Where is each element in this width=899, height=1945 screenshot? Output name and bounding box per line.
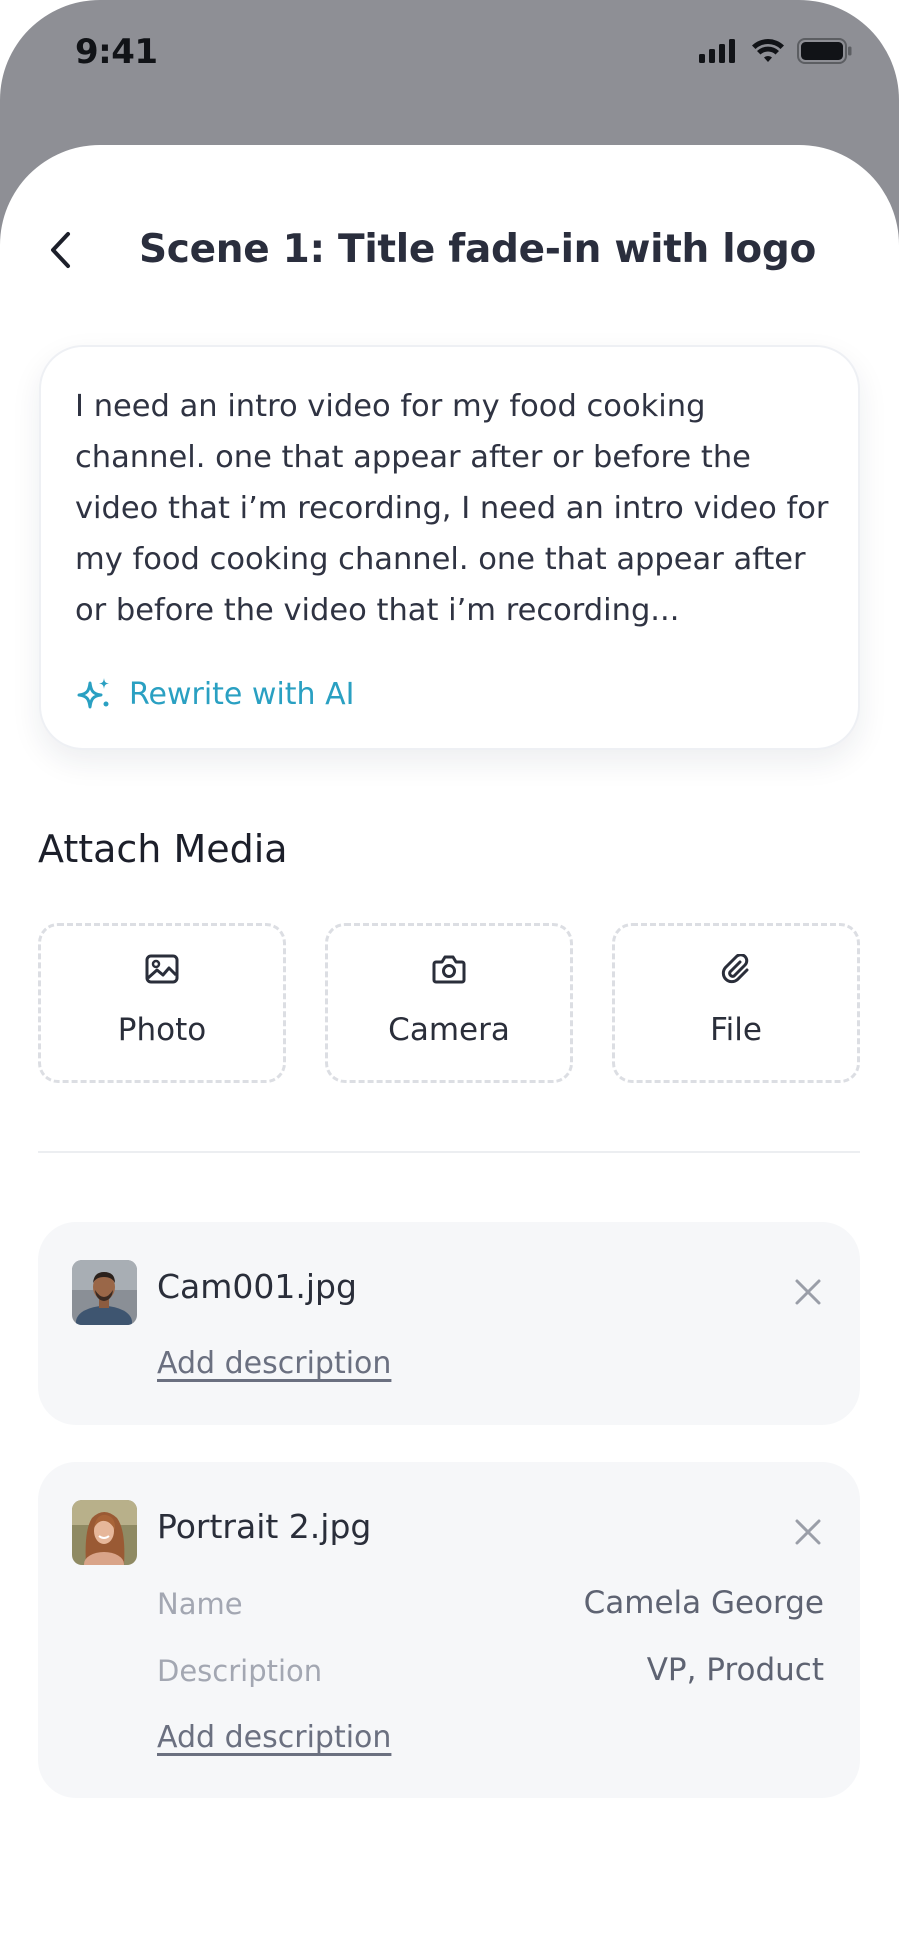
divider [38, 1151, 860, 1153]
attachment-card: Cam001.jpg Add description [38, 1222, 860, 1425]
status-icons [699, 38, 853, 64]
close-icon [795, 1519, 821, 1545]
camera-icon [432, 955, 466, 984]
add-description-link[interactable]: Add description [157, 1720, 391, 1755]
name-value: Camela George [583, 1585, 824, 1621]
status-bar: 9:41 [0, 0, 899, 110]
camera-label: Camera [388, 1012, 510, 1048]
prompt-card[interactable]: I need an intro video for my food cookin… [39, 345, 860, 750]
remove-attachment-button[interactable] [788, 1272, 828, 1312]
wifi-icon [752, 39, 784, 62]
paperclip-icon [721, 954, 749, 984]
attachment-filename: Portrait 2.jpg [157, 1507, 372, 1546]
page-title: Scene 1: Title fade-in with logo [139, 227, 816, 272]
file-label: File [710, 1012, 762, 1048]
photo-label: Photo [117, 1012, 207, 1048]
battery-icon [797, 38, 852, 64]
close-icon [795, 1279, 821, 1305]
remove-attachment-button[interactable] [788, 1512, 828, 1552]
chevron-left-icon [51, 232, 70, 268]
back-button[interactable] [40, 225, 80, 275]
image-icon [145, 954, 179, 984]
attach-camera-button[interactable]: Camera [325, 923, 573, 1083]
description-value: VP, Product [646, 1652, 824, 1688]
attachment-filename: Cam001.jpg [157, 1267, 357, 1306]
status-time: 9:41 [75, 32, 158, 72]
name-label: Name [157, 1587, 243, 1621]
attach-photo-button[interactable]: Photo [38, 923, 286, 1083]
add-description-link[interactable]: Add description [157, 1346, 391, 1381]
attachment-thumbnail [72, 1260, 137, 1325]
signal-icon [699, 39, 735, 63]
prompt-text[interactable]: I need an intro video for my food cookin… [75, 381, 835, 636]
attachment-thumbnail [72, 1500, 137, 1565]
rewrite-label: Rewrite with AI [129, 676, 355, 712]
description-label: Description [157, 1654, 323, 1688]
attach-media-title: Attach Media [38, 827, 288, 871]
sparkle-icon [77, 678, 109, 709]
attachment-card: Portrait 2.jpg Name Camela George Descri… [38, 1462, 860, 1798]
rewrite-with-ai-button[interactable]: Rewrite with AI [75, 675, 354, 713]
attach-file-button[interactable]: File [612, 923, 860, 1083]
